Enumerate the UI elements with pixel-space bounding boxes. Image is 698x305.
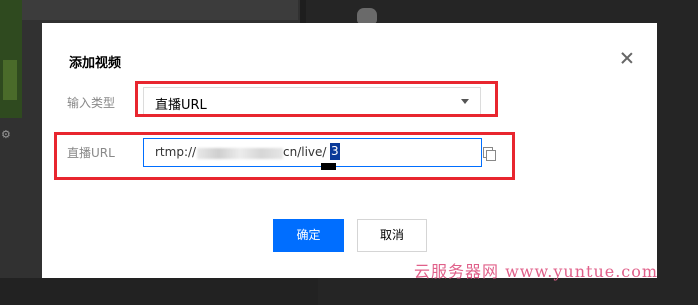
annotation-box-url xyxy=(54,132,515,180)
confirm-button[interactable]: 确定 xyxy=(273,219,344,252)
dialog-title: 添加视频 xyxy=(69,56,122,71)
input-type-label: 输入类型 xyxy=(67,96,116,110)
mascot-icon xyxy=(357,8,377,24)
cancel-button[interactable]: 取消 xyxy=(357,219,427,252)
video-thumbnail xyxy=(0,0,22,118)
background-panel-header xyxy=(22,0,298,20)
background-footer xyxy=(0,278,318,305)
annotation-box-input-type xyxy=(135,81,498,117)
annotation-marker xyxy=(321,163,336,170)
watermark: 云服务器网 www.yuntue.com xyxy=(414,262,659,281)
gear-icon: ⚙ xyxy=(1,128,11,141)
close-icon[interactable] xyxy=(620,51,634,65)
